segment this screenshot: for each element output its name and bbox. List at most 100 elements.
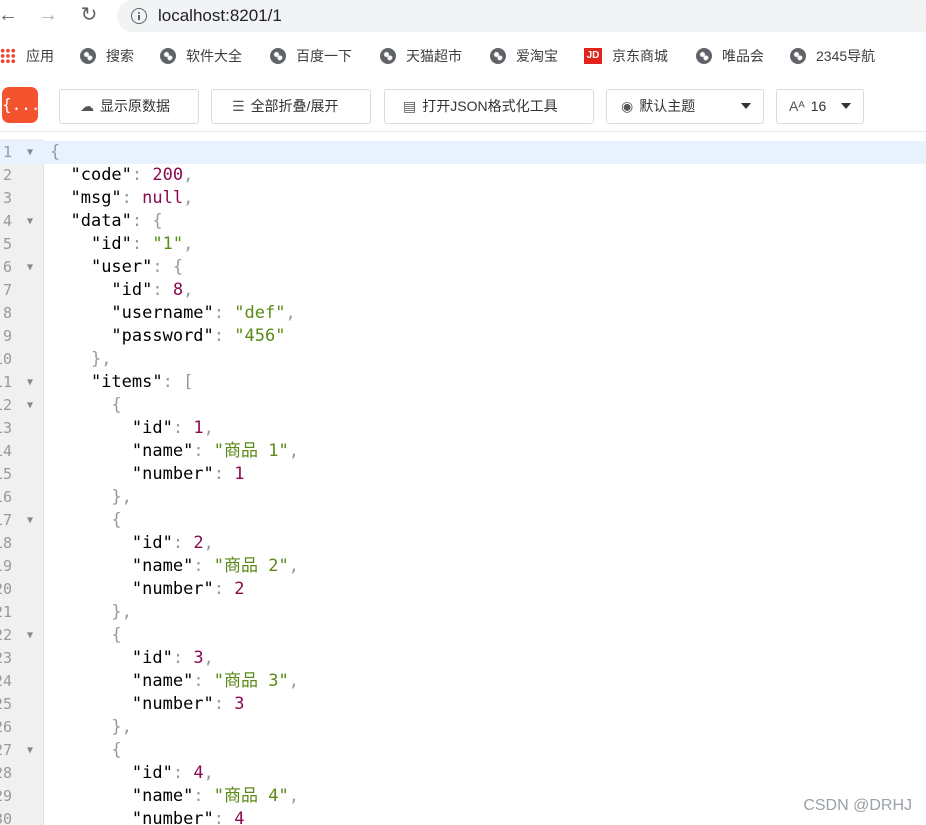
line-number: 26: [0, 718, 12, 736]
fold-all-button[interactable]: ☰ 全部折叠/展开: [211, 89, 371, 124]
back-arrow-icon[interactable]: ←: [0, 3, 20, 27]
code-line[interactable]: 3 "msg": null,: [0, 187, 926, 210]
line-number: 1: [2, 143, 12, 161]
bookmark-label: 京东商城: [612, 48, 668, 64]
line-number: 7: [2, 281, 12, 299]
code-text: },: [90, 349, 112, 369]
line-number: 3: [2, 189, 12, 207]
globe-icon: [490, 48, 506, 65]
code-line[interactable]: 19 "name": "商品 2",: [0, 555, 926, 578]
globe-icon: [160, 48, 176, 65]
show-raw-label: 显示原数据: [100, 98, 170, 114]
bookmark-item[interactable]: 搜索: [80, 46, 134, 66]
fold-toggle-icon[interactable]: ▼: [27, 371, 33, 394]
fold-toggle-icon[interactable]: ▼: [27, 739, 33, 762]
code-text: "user": {: [90, 257, 184, 277]
code-text: "username": "def",: [111, 303, 296, 323]
bookmark-label: 软件大全: [186, 48, 242, 64]
bookmark-label: 2345导航: [816, 48, 876, 64]
bookmarks-bar: 应用 搜索 软件大全 百度一下 天猫超市 爱淘宝 JD 京东商城 唯品会 2345导航: [0, 40, 926, 72]
code-text: "password": "456": [111, 326, 286, 346]
code-line[interactable]: 16 },: [0, 486, 926, 509]
json-viewer-logo: {...}: [2, 87, 50, 123]
code-line[interactable]: 28 "id": 4,: [0, 762, 926, 785]
fold-toggle-icon[interactable]: ▼: [27, 210, 33, 233]
omnibox[interactable]: localhost:8201/1: [117, 0, 926, 32]
chevron-down-icon: [741, 103, 751, 109]
bookmark-label: 天猫超市: [406, 48, 462, 64]
fold-toggle-icon[interactable]: ▼: [27, 256, 33, 279]
code-line[interactable]: 25 "number": 3: [0, 693, 926, 716]
code-line[interactable]: 11 ▼ "items": [: [0, 371, 926, 394]
code-line[interactable]: 9 "password": "456": [0, 325, 926, 348]
fold-toggle-icon[interactable]: ▼: [27, 394, 33, 417]
code-line[interactable]: 29 "name": "商品 4",: [0, 785, 926, 808]
font-size-select[interactable]: Aᴬ 16: [776, 89, 864, 124]
forward-arrow-icon[interactable]: →: [36, 3, 60, 27]
theme-label: 默认主题: [639, 98, 696, 114]
code-line[interactable]: 8 "username": "def",: [0, 302, 926, 325]
code-line[interactable]: 27 ▼ {: [0, 739, 926, 762]
code-line[interactable]: 2 "code": 200,: [0, 164, 926, 187]
globe-icon: [270, 48, 286, 65]
show-raw-button[interactable]: ☁ 显示原数据: [59, 89, 199, 124]
line-number: 20: [0, 580, 12, 598]
line-number: 16: [0, 488, 12, 506]
bookmark-item[interactable]: 2345导航: [790, 46, 875, 66]
fold-toggle-icon[interactable]: ▼: [27, 624, 33, 647]
code-line[interactable]: 4 ▼ "data": {: [0, 210, 926, 233]
fold-toggle-icon[interactable]: ▼: [27, 141, 33, 164]
code-line[interactable]: 24 "name": "商品 3",: [0, 670, 926, 693]
code-line[interactable]: 30 "number": 4: [0, 808, 926, 825]
code-line[interactable]: 18 "id": 2,: [0, 532, 926, 555]
line-number: 27: [0, 741, 12, 759]
code-text: },: [111, 602, 132, 622]
bookmark-item[interactable]: 软件大全: [160, 46, 242, 66]
code-text: "code": 200,: [70, 165, 194, 185]
code-line[interactable]: 15 "number": 1: [0, 463, 926, 486]
open-formatter-button[interactable]: ▤ 打开JSON格式化工具: [384, 89, 594, 124]
code-text: "msg": null,: [70, 188, 194, 208]
palette-icon: ◉: [621, 97, 634, 114]
bookmark-item[interactable]: JD 京东商城: [584, 46, 668, 66]
code-line[interactable]: 26 },: [0, 716, 926, 739]
code-text: },: [111, 487, 132, 507]
line-number: 10: [0, 350, 12, 368]
code-line[interactable]: 10 },: [0, 348, 926, 371]
site-info-icon[interactable]: [131, 8, 147, 24]
code-line[interactable]: 14 "name": "商品 1",: [0, 440, 926, 463]
bookmark-item[interactable]: 天猫超市: [380, 46, 462, 66]
line-number: 30: [0, 810, 12, 825]
code-line[interactable]: 23 "id": 3,: [0, 647, 926, 670]
bookmark-item[interactable]: 应用: [0, 46, 54, 66]
json-code-view[interactable]: 1 ▼{2 "code": 200, 3 "msg": null, 4 ▼ "data"…: [0, 139, 926, 825]
reload-icon[interactable]: ↻: [77, 3, 101, 27]
bookmark-label: 爱淘宝: [516, 48, 558, 64]
code-text: "number": 3: [131, 694, 245, 714]
code-line[interactable]: 13 "id": 1,: [0, 417, 926, 440]
bookmark-item[interactable]: 爱淘宝: [490, 46, 558, 66]
line-number: 25: [0, 695, 12, 713]
code-line[interactable]: 17 ▼ {: [0, 509, 926, 532]
fold-toggle-icon[interactable]: ▼: [27, 509, 33, 532]
bookmark-item[interactable]: 百度一下: [270, 46, 352, 66]
code-line[interactable]: 6 ▼ "user": {: [0, 256, 926, 279]
code-text: "id": 8,: [111, 280, 194, 300]
code-line[interactable]: 1 ▼ {: [0, 141, 926, 164]
bookmark-item[interactable]: 唯品会: [696, 46, 764, 66]
open-formatter-label: 打开JSON格式化工具: [422, 98, 558, 114]
code-line[interactable]: 12 ▼ {: [0, 394, 926, 417]
code-line[interactable]: 7 "id": 8,: [0, 279, 926, 302]
code-text: "name": "商品 4",: [131, 786, 300, 806]
code-line[interactable]: 22 ▼ {: [0, 624, 926, 647]
code-line[interactable]: 21 },: [0, 601, 926, 624]
code-text: {: [111, 740, 122, 760]
bookmark-label: 应用: [26, 48, 54, 64]
code-line[interactable]: 5 "id": "1",: [0, 233, 926, 256]
theme-select[interactable]: ◉ 默认主题: [606, 89, 764, 124]
code-text: "name": "商品 3",: [131, 671, 300, 691]
line-number: 11: [0, 373, 12, 391]
line-number: 28: [0, 764, 12, 782]
url-text[interactable]: localhost:8201/1: [158, 6, 282, 26]
code-line[interactable]: 20 "number": 2: [0, 578, 926, 601]
